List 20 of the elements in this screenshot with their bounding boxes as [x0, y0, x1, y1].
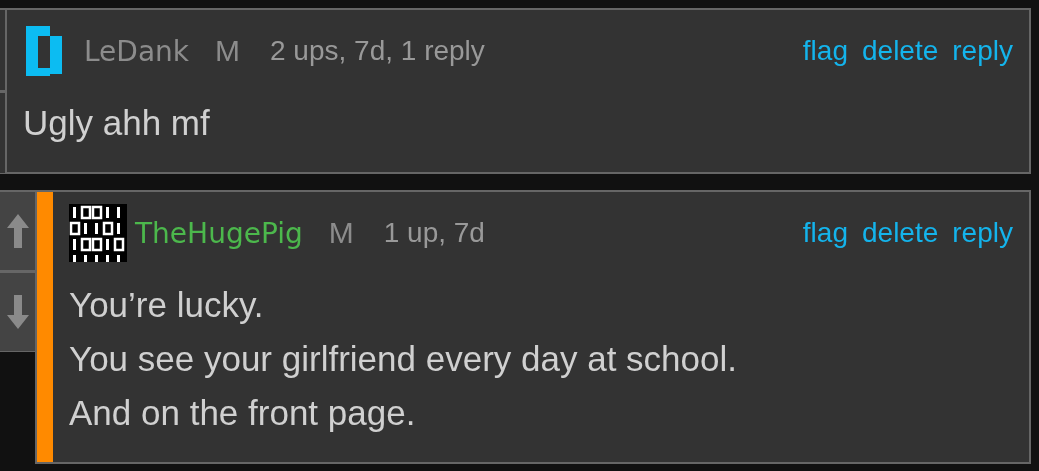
avatar-icon — [69, 204, 127, 262]
comment-meta: 1 up, 7d — [383, 217, 485, 249]
action-link[interactable]: delete — [862, 35, 939, 67]
username[interactable]: LeDank — [84, 34, 189, 68]
down-arrow-icon — [6, 295, 29, 329]
gender-label: M — [215, 34, 240, 68]
upvote-button[interactable] — [0, 190, 35, 271]
gender-label: M — [328, 216, 354, 250]
action-link[interactable]: reply — [952, 217, 1013, 249]
username[interactable]: TheHugePig — [135, 216, 303, 250]
action-link[interactable]: flag — [802, 217, 848, 249]
comment-meta: 2 ups, 7d, 1 reply — [270, 35, 485, 67]
action-link[interactable]: delete — [862, 217, 939, 249]
action-link[interactable]: flag — [802, 35, 848, 67]
comment-text: Ugly ahh mf — [22, 102, 211, 144]
comment-text: You’re lucky. You see your girlfriend every day at school. And on the front page. — [68, 284, 738, 434]
action-link[interactable]: reply — [952, 35, 1013, 67]
up-arrow-icon — [6, 214, 29, 248]
downvote-button[interactable] — [0, 271, 35, 352]
avatar-icon — [26, 26, 62, 76]
